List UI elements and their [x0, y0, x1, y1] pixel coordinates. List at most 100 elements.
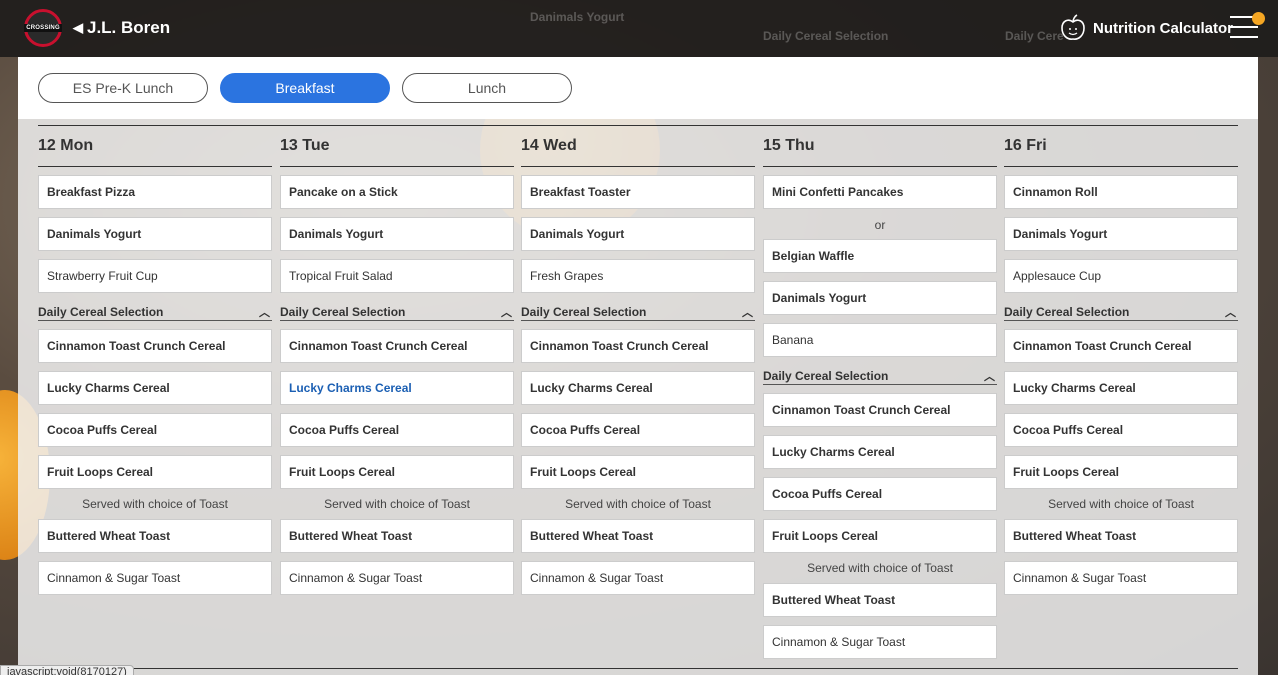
ghost-menu-item: Daily Cereal Selection — [763, 29, 889, 43]
cereal-item[interactable]: Cocoa Puffs Cereal — [280, 413, 514, 447]
tab-es-pre-k-lunch[interactable]: ES Pre-K Lunch — [38, 73, 208, 103]
day-column-tue: 13 Tue Pancake on a Stick Danimals Yogur… — [280, 127, 514, 595]
day-heading: 15 Thu — [763, 127, 997, 167]
cereal-section-label: Daily Cereal Selection — [521, 304, 647, 319]
day-heading: 13 Tue — [280, 127, 514, 167]
cereal-item[interactable]: Fruit Loops Cereal — [38, 455, 272, 489]
menu-item[interactable]: Tropical Fruit Salad — [280, 259, 514, 293]
day-column-mon: 12 Mon Breakfast Pizza Danimals Yogurt S… — [38, 127, 272, 595]
menu-item[interactable]: Danimals Yogurt — [280, 217, 514, 251]
chevron-up-icon: ︿ — [742, 306, 753, 319]
cereal-item[interactable]: Cinnamon Toast Crunch Cereal — [1004, 329, 1238, 363]
menu-item[interactable]: Mini Confetti Pancakes — [763, 175, 997, 209]
toast-item[interactable]: Cinnamon & Sugar Toast — [763, 625, 997, 659]
cereal-item[interactable]: Cocoa Puffs Cereal — [521, 413, 755, 447]
menu-item[interactable]: Applesauce Cup — [1004, 259, 1238, 293]
browser-status-bar: javascript:void(8170127) — [0, 665, 134, 675]
cereal-item[interactable]: Lucky Charms Cereal — [521, 371, 755, 405]
apple-icon — [1061, 14, 1085, 40]
toast-item[interactable]: Cinnamon & Sugar Toast — [280, 561, 514, 595]
menu-item[interactable]: Danimals Yogurt — [763, 281, 997, 315]
day-heading: 12 Mon — [38, 127, 272, 167]
menu-item[interactable]: Belgian Waffle — [763, 239, 997, 273]
or-separator: or — [874, 218, 886, 232]
cereal-section-label: Daily Cereal Selection — [280, 304, 406, 319]
cereal-item[interactable]: Fruit Loops Cereal — [280, 455, 514, 489]
cereal-item[interactable]: Cocoa Puffs Cereal — [38, 413, 272, 447]
day-heading: 16 Fri — [1004, 127, 1238, 167]
toast-note: Served with choice of Toast — [565, 497, 711, 511]
menu-item[interactable]: Danimals Yogurt — [521, 217, 755, 251]
chevron-up-icon: ︿ — [259, 306, 270, 319]
menu-item[interactable]: Breakfast Toaster — [521, 175, 755, 209]
ghost-menu-item: Danimals Yogurt — [530, 10, 625, 24]
nutrition-calculator-label: Nutrition Calculator — [1093, 19, 1234, 37]
ghost-menu-item: Daily Cere — [1005, 29, 1064, 43]
cereal-item[interactable]: Fruit Loops Cereal — [763, 519, 997, 553]
cereal-item[interactable]: Fruit Loops Cereal — [1004, 455, 1238, 489]
cereal-item[interactable]: Cinnamon Toast Crunch Cereal — [280, 329, 514, 363]
cereal-section-label: Daily Cereal Selection — [38, 304, 164, 319]
school-logo[interactable]: CROSSING — [20, 9, 66, 47]
cereal-section-toggle[interactable]: Daily Cereal Selection ︿ — [280, 303, 514, 321]
nutrition-calculator-button[interactable]: Nutrition Calculator — [1059, 14, 1233, 42]
cereal-section-toggle[interactable]: Daily Cereal Selection ︿ — [521, 303, 755, 321]
cereal-item[interactable]: Cinnamon Toast Crunch Cereal — [521, 329, 755, 363]
toast-item[interactable]: Buttered Wheat Toast — [521, 519, 755, 553]
day-column-wed: 14 Wed Breakfast Toaster Danimals Yogurt… — [521, 127, 755, 595]
logo-emblem: CROSSING — [24, 9, 62, 47]
toast-item[interactable]: Cinnamon & Sugar Toast — [521, 561, 755, 595]
divider — [38, 125, 1238, 126]
menu-panel: ES Pre-K Lunch Breakfast Lunch 12 Mon Br… — [18, 57, 1258, 675]
toast-item[interactable]: Cinnamon & Sugar Toast — [1004, 561, 1238, 595]
menu-item[interactable]: Banana — [763, 323, 997, 357]
cereal-section-toggle[interactable]: Daily Cereal Selection ︿ — [38, 303, 272, 321]
cereal-section-label: Daily Cereal Selection — [763, 368, 889, 383]
day-column-fri: 16 Fri Cinnamon Roll Danimals Yogurt App… — [1004, 127, 1238, 595]
menu-item[interactable]: Danimals Yogurt — [1004, 217, 1238, 251]
toast-item[interactable]: Buttered Wheat Toast — [1004, 519, 1238, 553]
menu-item[interactable]: Breakfast Pizza — [38, 175, 272, 209]
cereal-section-toggle[interactable]: Daily Cereal Selection ︿ — [763, 367, 997, 385]
hamburger-line — [1230, 36, 1258, 38]
toast-note: Served with choice of Toast — [1048, 497, 1194, 511]
cereal-item[interactable]: Cocoa Puffs Cereal — [1004, 413, 1238, 447]
chevron-up-icon: ︿ — [501, 306, 512, 319]
toast-item[interactable]: Buttered Wheat Toast — [38, 519, 272, 553]
cereal-item[interactable]: Cinnamon Toast Crunch Cereal — [38, 329, 272, 363]
cereal-item[interactable]: Lucky Charms Cereal — [38, 371, 272, 405]
menu-item[interactable]: Fresh Grapes — [521, 259, 755, 293]
toast-note: Served with choice of Toast — [324, 497, 470, 511]
divider — [38, 668, 1238, 669]
chevron-up-icon: ︿ — [984, 370, 995, 383]
toast-item[interactable]: Buttered Wheat Toast — [280, 519, 514, 553]
cereal-item[interactable]: Lucky Charms Cereal — [1004, 371, 1238, 405]
top-header: Danimals Yogurt Daily Cereal Selection D… — [0, 0, 1278, 57]
cereal-item-link[interactable]: Lucky Charms Cereal — [280, 371, 514, 405]
cereal-item[interactable]: Lucky Charms Cereal — [763, 435, 997, 469]
back-link[interactable]: ◀ J.L. Boren — [73, 18, 170, 38]
toast-note: Served with choice of Toast — [82, 497, 228, 511]
chevron-up-icon: ︿ — [1225, 306, 1236, 319]
tab-lunch[interactable]: Lunch — [402, 73, 572, 103]
cereal-section-label: Daily Cereal Selection — [1004, 304, 1130, 319]
menu-item[interactable]: Strawberry Fruit Cup — [38, 259, 272, 293]
menu-item[interactable]: Pancake on a Stick — [280, 175, 514, 209]
cereal-section-toggle[interactable]: Daily Cereal Selection ︿ — [1004, 303, 1238, 321]
day-column-thu: 15 Thu Mini Confetti Pancakes or Belgian… — [763, 127, 997, 659]
back-arrow-icon: ◀ — [73, 20, 83, 35]
cereal-item[interactable]: Cinnamon Toast Crunch Cereal — [763, 393, 997, 427]
toast-item[interactable]: Cinnamon & Sugar Toast — [38, 561, 272, 595]
toast-note: Served with choice of Toast — [807, 561, 953, 575]
hamburger-line — [1230, 26, 1258, 28]
tab-breakfast[interactable]: Breakfast — [220, 73, 390, 103]
toast-item[interactable]: Buttered Wheat Toast — [763, 583, 997, 617]
notification-dot — [1252, 12, 1265, 25]
day-heading: 14 Wed — [521, 127, 755, 167]
menu-item[interactable]: Cinnamon Roll — [1004, 175, 1238, 209]
logo-text: CROSSING — [24, 24, 62, 32]
meal-tabs: ES Pre-K Lunch Breakfast Lunch — [18, 57, 1258, 119]
cereal-item[interactable]: Fruit Loops Cereal — [521, 455, 755, 489]
cereal-item[interactable]: Cocoa Puffs Cereal — [763, 477, 997, 511]
menu-item[interactable]: Danimals Yogurt — [38, 217, 272, 251]
